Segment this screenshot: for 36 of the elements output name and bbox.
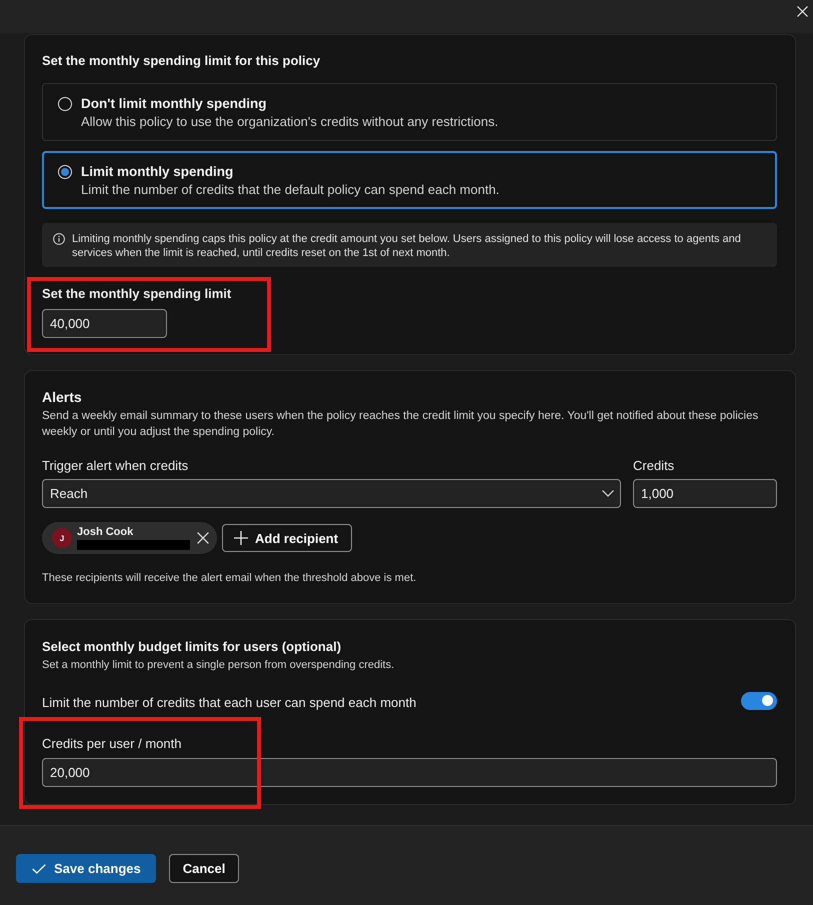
toggle-switch[interactable] [741, 692, 777, 710]
add-recipient-button[interactable]: Add recipient [222, 524, 352, 552]
radio-icon[interactable] [58, 165, 72, 179]
field-label: Credits [633, 458, 676, 474]
save-button[interactable]: Save changes [16, 854, 156, 883]
option-label: Limit monthly spending [81, 163, 234, 181]
section-title: Select monthly budget limits for users (optional) [42, 639, 342, 655]
field-label: Trigger alert when credits [42, 458, 190, 474]
field-label: Credits per user / month [42, 736, 182, 752]
number-field[interactable]: 20,000 [42, 758, 777, 787]
field-label: Set the monthly spending limit [42, 286, 232, 302]
close-icon[interactable] [797, 6, 808, 17]
number-field[interactable]: 1,000 [633, 479, 777, 508]
helper-text: These recipients will receive the alert email when the threshold above is met. [42, 571, 418, 585]
plus-icon [234, 531, 248, 545]
number-field[interactable]: 40,000 [42, 309, 167, 338]
option-label: Don't limit monthly spending [81, 95, 268, 113]
recipient-name: Josh Cook [77, 526, 134, 539]
section-title: Alerts [42, 388, 83, 406]
section-description: Send a weekly email summary to these users when the policy reaches the credit limit you specify here. You'll get notified about these policies weekly or until you adjust the spending policy. [42, 409, 760, 440]
info-icon [53, 233, 65, 245]
avatar: J [52, 528, 72, 548]
option-description: Allow this policy to use the organization's credits without any restrictions. [81, 113, 498, 130]
radio-icon[interactable] [58, 97, 72, 111]
info-text: Limiting monthly spending caps this policy at the credit amount you set below. Users assigned to this policy will lose access to agents and services when the limit is reached, until credits reset on the 1st of next month. [72, 232, 742, 260]
chevron-down-icon [602, 490, 614, 497]
cancel-button[interactable]: Cancel [168, 854, 240, 883]
option-description: Limit the number of credits that the default policy can spend each month. [81, 181, 500, 198]
section-title: Set the monthly spending limit for this policy [42, 53, 322, 69]
option-card[interactable]: Limit monthly spending Limit the number of credits that the default policy can spend each month. [42, 151, 777, 209]
section-description: Set a monthly limit to prevent a single person from overspending credits. [42, 658, 396, 672]
toggle-label: Limit the number of credits that each user can spend each month [42, 694, 416, 712]
remove-icon[interactable] [197, 532, 209, 544]
checkmark-icon [32, 864, 46, 874]
option-card[interactable]: Don't limit monthly spending Allow this policy to use the organization's credits without any restrictions. [42, 83, 777, 141]
dropdown[interactable]: Reach [42, 479, 621, 508]
